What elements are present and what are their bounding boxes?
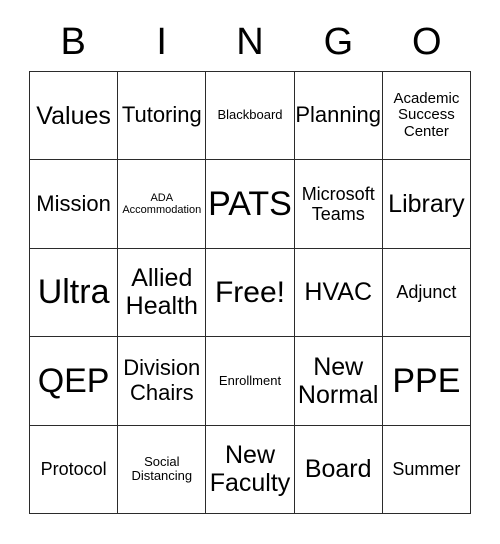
bingo-cell-r5c2[interactable]: Social Distancing — [118, 425, 207, 514]
bingo-cell-r5c5[interactable]: Summer — [382, 425, 471, 514]
bingo-cell-r3c5[interactable]: Adjunct — [382, 248, 471, 338]
bingo-cell-label: New Normal — [297, 352, 379, 409]
bingo-cell-r4c5[interactable]: PPE — [382, 337, 471, 426]
bingo-cell-r2c3[interactable]: PATS — [206, 160, 295, 249]
bingo-cell-label: Mission — [36, 190, 111, 216]
bingo-cell-r3c4[interactable]: HVAC — [294, 248, 383, 338]
bingo-header-letter-g: G — [323, 21, 354, 63]
bingo-cell-label: Social Distancing — [131, 453, 193, 484]
bingo-cell-r4c1[interactable]: QEP — [30, 337, 119, 426]
bingo-cell-label: HVAC — [304, 278, 372, 307]
bingo-cell-r5c1[interactable]: Protocol — [30, 425, 119, 514]
bingo-cell-label: Values — [36, 101, 111, 130]
bingo-cell-r2c5[interactable]: Library — [382, 160, 471, 249]
bingo-cell-label: QEP — [37, 361, 110, 400]
bingo-cell-r4c2[interactable]: Division Chairs — [118, 337, 207, 426]
bingo-cell-r2c2[interactable]: ADA Accommodation — [118, 160, 207, 249]
bingo-header-letter-b: B — [60, 21, 86, 63]
bingo-cell-r1c5[interactable]: Academic Success Center — [382, 72, 471, 161]
bingo-header-letter-o: O — [412, 21, 442, 63]
bingo-cell-r3c3[interactable]: Free! — [206, 248, 295, 338]
bingo-cell-r5c4[interactable]: Board — [294, 425, 383, 514]
bingo-cell-label: Division Chairs — [123, 355, 201, 405]
bingo-grid: Values Tutoring Blackboard Planning Academic… — [29, 71, 471, 514]
bingo-cell-r2c1[interactable]: Mission — [30, 160, 119, 249]
bingo-header-letter-n: N — [236, 21, 264, 63]
bingo-cell-label: Summer — [392, 459, 461, 480]
bingo-cell-label: Allied Health — [125, 264, 198, 321]
bingo-cell-label: Board — [304, 455, 372, 484]
bingo-cell-label: Enrollment — [218, 372, 282, 388]
bingo-cell-r5c3[interactable]: New Faculty — [206, 425, 295, 514]
bingo-cell-label: Ultra — [37, 273, 110, 312]
bingo-cell-r4c4[interactable]: New Normal — [294, 337, 383, 426]
bingo-card: B I N G O Values Tutoring Blackboard Planning Ac… — [0, 0, 500, 544]
bingo-cell-r2c4[interactable]: Microsoft Teams — [294, 160, 383, 249]
bingo-cell-label: Blackboard — [217, 107, 283, 123]
bingo-cell-label: Tutoring — [121, 102, 202, 128]
bingo-header-letter-i: I — [156, 21, 167, 63]
bingo-cell-label: Academic Success Center — [393, 89, 460, 141]
bingo-cell-r1c3[interactable]: Blackboard — [206, 72, 295, 161]
bingo-cell-label: Free! — [214, 275, 285, 309]
bingo-cell-label: PPE — [392, 361, 461, 400]
bingo-cell-r3c1[interactable]: Ultra — [30, 248, 119, 338]
bingo-cell-label: Protocol — [40, 459, 107, 480]
bingo-cell-label: Library — [388, 190, 465, 219]
bingo-cell-r4c3[interactable]: Enrollment — [206, 337, 295, 426]
bingo-cell-label: PATS — [208, 185, 292, 224]
bingo-cell-r1c2[interactable]: Tutoring — [118, 72, 207, 161]
bingo-cell-label: ADA Accommodation — [122, 191, 202, 217]
bingo-cell-label: New Faculty — [209, 441, 291, 498]
bingo-cell-label: Planning — [295, 102, 382, 128]
bingo-cell-r1c4[interactable]: Planning — [294, 72, 383, 161]
bingo-cell-r3c2[interactable]: Allied Health — [118, 248, 207, 338]
bingo-header: BINGO — [29, 14, 471, 70]
bingo-cell-r1c1[interactable]: Values — [30, 72, 119, 161]
bingo-cell-label: Microsoft Teams — [301, 183, 375, 225]
bingo-cell-label: Adjunct — [396, 282, 457, 303]
